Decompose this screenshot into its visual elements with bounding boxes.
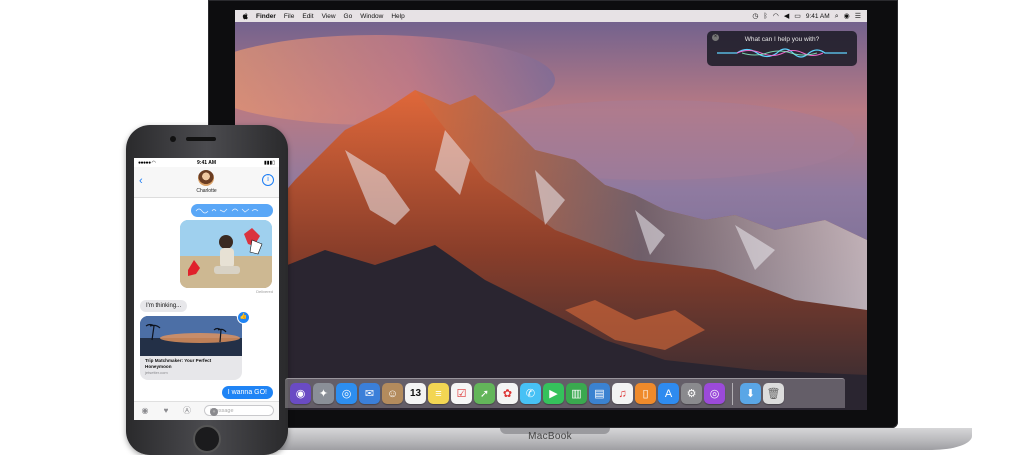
link-domain: jetsetter.com <box>145 370 168 375</box>
status-menus: ◷ ᛒ ◠ ◀ ▭ 9:41 AM ⌕ ◉ ☰ <box>752 13 861 20</box>
dock-photos-icon[interactable]: ✿ <box>497 383 518 404</box>
status-bar: ●●●●● ◠ 9:41 AM ▮▮▮▯ <box>134 158 279 167</box>
home-button[interactable] <box>193 425 221 453</box>
menu-bar: Finder File Edit View Go Window Help ◷ ᛒ… <box>235 10 867 22</box>
photo-message[interactable] <box>180 220 272 288</box>
dock-notes-icon[interactable]: ≡ <box>428 383 449 404</box>
siri-waveform-icon <box>717 48 847 58</box>
sticker-message[interactable] <box>191 204 273 217</box>
siri-prompt: What can I help you with? <box>744 36 820 43</box>
message-input-bar: ◉ ♥ Ⓐ iMessage ● <box>134 401 279 420</box>
dock-podcasts-icon[interactable]: ◎ <box>704 383 725 404</box>
dock-contacts-icon[interactable]: ☺ <box>382 383 403 404</box>
dock-messages-icon[interactable]: ✆ <box>520 383 541 404</box>
camera-icon[interactable]: ◉ <box>140 406 150 416</box>
contact-name[interactable]: Charlotte <box>134 188 279 194</box>
menu-file[interactable]: File <box>284 13 294 20</box>
dock-calendar-icon[interactable]: 13 <box>405 383 426 404</box>
dock-app-store-icon[interactable]: A <box>658 383 679 404</box>
battery-icon: ▮▮▮▯ <box>263 160 275 166</box>
menubar-clock[interactable]: 9:41 AM <box>806 13 830 20</box>
link-preview-image <box>140 316 242 356</box>
dock-numbers-icon[interactable]: ▥ <box>566 383 587 404</box>
dock-facetime-icon[interactable]: ▶ <box>543 383 564 404</box>
thumbs-up-tapback-icon[interactable]: 👍 <box>237 311 250 324</box>
outgoing-message[interactable]: I wanna GO! <box>221 386 273 399</box>
dock-trash-icon[interactable]: 🗑 <box>763 383 784 404</box>
menu-help[interactable]: Help <box>391 13 404 20</box>
dock-mail-icon[interactable]: ✉ <box>359 383 380 404</box>
beach-photo-image <box>140 316 242 356</box>
back-chevron-icon[interactable]: ‹ <box>139 175 143 187</box>
dock-keynote-icon[interactable]: ▤ <box>589 383 610 404</box>
earpiece-speaker <box>186 137 216 141</box>
dock-launchpad-icon[interactable]: ✦ <box>313 383 334 404</box>
dock-maps-icon[interactable]: ➚ <box>474 383 495 404</box>
link-preview-card[interactable]: Trip Matchmaker: Your Perfect Honeymoon … <box>140 316 242 380</box>
dock: ◉ ✦ ◎ ✉ ☺ 13 ≡ ☑ ➚ ✿ ✆ ▶ ▥ ▤ ♫ ▯ A ⚙ ◎ ⬇ 🗑 <box>285 378 845 408</box>
dock-siri-icon[interactable]: ◉ <box>290 383 311 404</box>
dock-separator <box>732 382 733 405</box>
incoming-message[interactable]: I'm thinking... <box>140 300 188 312</box>
desktop-wallpaper <box>235 10 867 410</box>
menu-go[interactable]: Go <box>344 13 353 20</box>
siri-menu-icon[interactable]: ◉ <box>844 13 850 20</box>
handwriting-scribble-icon <box>195 208 259 214</box>
info-icon[interactable]: i <box>262 174 274 186</box>
status-time: 9:41 AM <box>197 160 216 166</box>
iphone-screen: ●●●●● ◠ 9:41 AM ▮▮▮▯ ‹ Charlotte i Deliv… <box>134 158 279 420</box>
dock-reminders-icon[interactable]: ☑ <box>451 383 472 404</box>
battery-icon[interactable]: ▭ <box>794 13 801 20</box>
front-camera <box>170 136 176 142</box>
avatar[interactable] <box>198 170 214 186</box>
macbook-label: MacBook <box>528 431 572 442</box>
digital-touch-icon[interactable]: ♥ <box>161 406 171 416</box>
dock-ibooks-icon[interactable]: ▯ <box>635 383 656 404</box>
spotlight-icon[interactable]: ⌕ <box>835 13 839 20</box>
macbook-screen: Finder File Edit View Go Window Help ◷ ᛒ… <box>235 10 867 410</box>
volume-icon[interactable]: ◀ <box>784 13 789 20</box>
dock-downloads-icon[interactable]: ⬇ <box>740 383 761 404</box>
dock-itunes-icon[interactable]: ♫ <box>612 383 633 404</box>
app-store-icon[interactable]: Ⓐ <box>182 406 192 416</box>
link-title: Trip Matchmaker: Your Perfect Honeymoon <box>145 358 212 369</box>
imessage-input[interactable]: iMessage ● <box>204 405 274 416</box>
apple-logo-icon[interactable] <box>241 12 250 20</box>
menu-window[interactable]: Window <box>360 13 383 20</box>
dock-system-preferences-icon[interactable]: ⚙ <box>681 383 702 404</box>
wifi-icon[interactable]: ◠ <box>773 13 779 20</box>
dock-safari-icon[interactable]: ◎ <box>336 383 357 404</box>
menu-app-name[interactable]: Finder <box>256 13 276 20</box>
notification-center-icon[interactable]: ☰ <box>855 13 861 20</box>
time-machine-icon[interactable]: ◷ <box>752 13 758 20</box>
conversation-header: ‹ Charlotte i <box>134 167 279 198</box>
menu-view[interactable]: View <box>322 13 336 20</box>
bluetooth-icon[interactable]: ᛒ <box>764 13 768 20</box>
siri-panel: × What can I help you with? <box>707 31 857 66</box>
microphone-icon[interactable]: ● <box>210 407 218 416</box>
delivered-status: Delivered <box>256 289 273 294</box>
photo-sticker-image <box>180 220 272 288</box>
menu-edit[interactable]: Edit <box>302 13 313 20</box>
